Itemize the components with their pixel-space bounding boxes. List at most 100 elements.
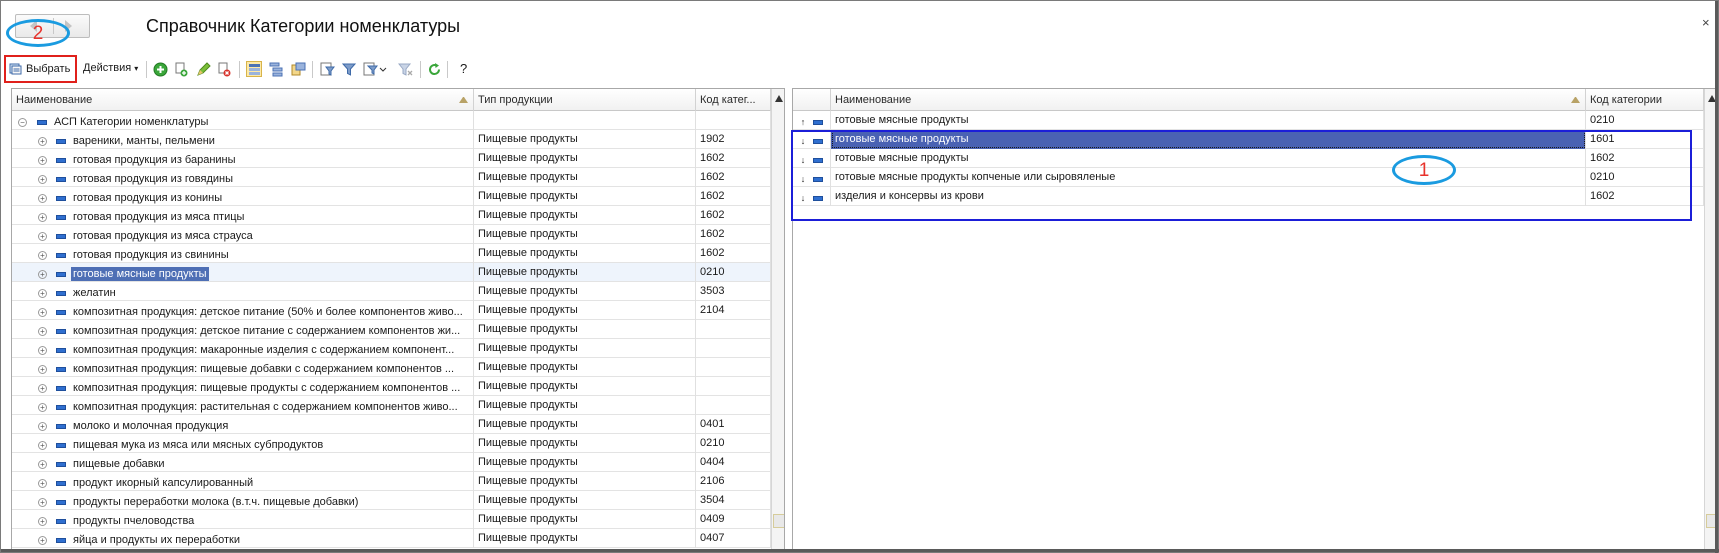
table-row[interactable]: ↑ готовые мясные продукты 0210 [793, 111, 1704, 130]
column-header-type[interactable]: Тип продукции [474, 89, 696, 111]
type-cell: Пищевые продукты [474, 168, 696, 187]
filter-by-value-icon[interactable] [341, 61, 357, 77]
table-row[interactable]: + готовая продукция из конины Пищевые прод… [12, 187, 771, 206]
delete-icon[interactable] [216, 61, 232, 77]
expand-icon[interactable]: + [38, 174, 47, 184]
type-cell: Пищевые продукты [474, 510, 696, 529]
folder-icon [56, 271, 66, 277]
table-row[interactable]: + вареники, манты, пельмени Пищевые продук… [12, 130, 771, 149]
code-cell: 1902 [696, 130, 771, 149]
expand-icon[interactable]: + [38, 288, 47, 298]
expand-icon[interactable]: + [38, 231, 47, 241]
sort-icon[interactable] [363, 61, 387, 77]
row-name: продукты пчеловодства [73, 515, 195, 527]
item-icon [813, 119, 823, 125]
column-header-name-label: Наименование [835, 94, 912, 106]
code-cell: 0210 [1586, 111, 1704, 130]
table-row[interactable]: + композитная продукция: детское питание … [12, 320, 771, 339]
column-header-code[interactable]: Код катег... [696, 89, 771, 111]
table-row[interactable]: + композитная продукция: детское питание … [12, 301, 771, 320]
expand-icon[interactable]: + [38, 459, 47, 469]
tree-icon[interactable] [290, 61, 306, 77]
table-row[interactable]: + пищевая мука из мяса или мясных субпрод… [12, 434, 771, 453]
folder-icon [56, 423, 66, 429]
table-row[interactable]: + продукт икорный капсулированный Пищевые … [12, 472, 771, 491]
expand-icon[interactable]: + [38, 193, 47, 203]
scroll-thumb[interactable] [773, 514, 784, 528]
column-header-name-label: Наименование [16, 94, 93, 106]
expand-icon[interactable]: + [38, 535, 47, 545]
table-row[interactable]: + продукты пчеловодства Пищевые продукты 04… [12, 510, 771, 529]
code-cell [696, 111, 771, 130]
copy-icon[interactable] [173, 61, 189, 77]
tree-root-row[interactable]: − АСП Категории номенклатуры [12, 111, 771, 130]
type-cell: Пищевые продукты [474, 415, 696, 434]
expand-icon[interactable]: + [38, 136, 47, 146]
name-cell: + готовые мясные продукты [12, 263, 474, 282]
add-icon[interactable] [152, 61, 168, 77]
table-row[interactable]: + яйца и продукты их переработки Пищевые п… [12, 529, 771, 548]
table-row[interactable]: + готовая продукция из баранины Пищевые пр… [12, 149, 771, 168]
hierarchy-icon[interactable] [268, 61, 284, 77]
row-name: готовая продукция из мяса птицы [73, 211, 245, 223]
expand-icon[interactable]: + [38, 345, 47, 355]
code-cell [696, 396, 771, 415]
expand-icon[interactable]: + [38, 155, 47, 165]
table-row[interactable]: + готовая продукция из мяса птицы Пищевые … [12, 206, 771, 225]
code-cell: 1602 [696, 225, 771, 244]
expand-icon[interactable]: + [38, 421, 47, 431]
column-header-marker [793, 89, 831, 111]
scroll-up-icon[interactable] [775, 95, 783, 102]
left-scrollbar[interactable] [771, 89, 784, 550]
row-name: пищевые добавки [73, 458, 165, 470]
expand-icon[interactable]: + [38, 516, 47, 526]
table-row[interactable]: + продукты переработки молока (в.т.ч. пищ… [12, 491, 771, 510]
table-row[interactable]: + композитная продукция: пищевые добавки … [12, 358, 771, 377]
table-row[interactable]: + готовая продукция из говядины Пищевые пр… [12, 168, 771, 187]
expand-icon[interactable]: + [38, 212, 47, 222]
folder-icon [56, 442, 66, 448]
help-button[interactable]: ? [460, 61, 467, 76]
table-row[interactable]: + готовая продукция из свинины Пищевые про… [12, 244, 771, 263]
name-cell: + готовая продукция из говядины [12, 168, 474, 187]
edit-icon[interactable] [195, 61, 211, 77]
actions-menu[interactable]: Действия ▾ [83, 62, 138, 74]
expand-icon[interactable]: + [38, 402, 47, 412]
name-cell: + композитная продукция: пищевые добавки … [12, 358, 474, 377]
code-cell [696, 358, 771, 377]
row-name: молоко и молочная продукция [73, 420, 229, 432]
expand-icon[interactable]: + [38, 478, 47, 488]
table-row[interactable]: + готовые мясные продукты Пищевые продукты… [12, 263, 771, 282]
expand-icon[interactable]: + [38, 364, 47, 374]
row-name: яйца и продукты их переработки [73, 534, 240, 546]
table-row[interactable]: + молоко и молочная продукция Пищевые прод… [12, 415, 771, 434]
column-header-code[interactable]: Код категории [1586, 89, 1704, 111]
table-row[interactable]: + композитная продукция: растительная с с… [12, 396, 771, 415]
expand-icon[interactable]: + [38, 307, 47, 317]
expand-icon[interactable]: + [38, 440, 47, 450]
filter-icon[interactable] [319, 61, 335, 77]
list-mode-icon[interactable] [246, 61, 262, 77]
close-icon[interactable]: × [1702, 15, 1710, 30]
type-cell: Пищевые продукты [474, 244, 696, 263]
select-button[interactable]: Выбрать [4, 55, 77, 83]
annotation-oval-2: 2 [6, 19, 70, 47]
table-row[interactable]: + композитная продукция: пищевые продукты… [12, 377, 771, 396]
clear-filter-icon[interactable] [397, 61, 413, 77]
expand-icon[interactable]: + [38, 497, 47, 507]
code-cell: 0401 [696, 415, 771, 434]
column-header-name[interactable]: Наименование [12, 89, 474, 111]
refresh-icon[interactable] [426, 61, 442, 77]
column-header-name[interactable]: Наименование [831, 89, 1586, 111]
table-row[interactable]: + пищевые добавки Пищевые продукты 0404 [12, 453, 771, 472]
expand-icon[interactable]: + [38, 326, 47, 336]
collapse-icon[interactable]: − [18, 117, 27, 127]
expand-icon[interactable]: + [38, 250, 47, 260]
code-cell: 1602 [696, 244, 771, 263]
type-cell: Пищевые продукты [474, 187, 696, 206]
table-row[interactable]: + желатин Пищевые продукты 3503 [12, 282, 771, 301]
table-row[interactable]: + композитная продукция: макаронные издел… [12, 339, 771, 358]
table-row[interactable]: + готовая продукция из мяса страуса Пищевы… [12, 225, 771, 244]
expand-icon[interactable]: + [38, 383, 47, 393]
expand-icon[interactable]: + [38, 269, 47, 279]
